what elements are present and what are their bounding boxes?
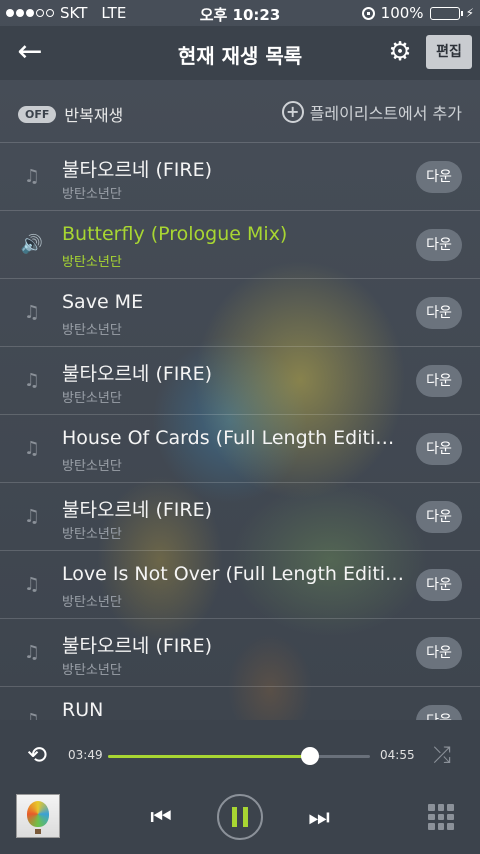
song-title[interactable]: House Of Cards (Full Length Editi… [62,427,402,449]
song-title[interactable]: Save ME [62,291,402,313]
download-button[interactable]: 다운 [416,501,462,533]
song-row[interactable]: ♫RUN방탄소년단다운 [0,686,480,720]
grid-menu-icon[interactable] [428,804,454,830]
download-button[interactable]: 다운 [416,297,462,329]
song-title[interactable]: Butterfly (Prologue Mix) [62,223,402,245]
song-artist: 방탄소년단 [62,527,122,542]
battery-icon [429,6,463,20]
plus-circle-icon[interactable]: + [281,101,304,123]
song-row[interactable]: 🔊 Butterfly (Prologue Mix) 방탄소년단 다운 [0,210,480,278]
song-title[interactable]: 불타오르네 (FIRE) [62,155,402,182]
song-artist: 방탄소년단 [62,255,122,270]
status-right: 100% ⚡ [361,4,474,22]
repeat-off-badge[interactable]: OFF [18,105,57,123]
pause-icon [232,807,248,827]
download-button[interactable]: 다운 [416,161,462,193]
song-row[interactable]: ♫ 불타오르네 (FIRE) 방탄소년단 다운 [0,346,480,414]
charging-icon: ⚡ [465,6,474,20]
song-row[interactable]: ♫ House Of Cards (Full Length Editi… 방탄소년단… [0,414,480,482]
download-button[interactable]: 다운 [416,433,462,465]
playlist-options-bar: OFF 반복재생 + 플레이리스트에서 추가 [0,80,480,142]
progress-bar[interactable] [108,747,370,765]
edit-button[interactable]: 편집 [426,35,472,69]
player-controls: ⟲ 03:49 04:55 ⤮ ⏮ ⏭ [0,720,480,854]
song-artist: 방탄소년단 [62,391,122,406]
song-artist: 방탄소년단 [62,187,122,202]
rotation-lock-icon [361,6,375,20]
song-artist: 방탄소년단 [62,323,122,338]
song-row[interactable]: ♫ Save ME 방탄소년단 다운 [0,278,480,346]
current-time: 03:49 [68,748,103,762]
song-row[interactable]: ♫ Love Is Not Over (Full Length Editi… 방탄소… [0,550,480,618]
add-from-playlist-button[interactable]: + 플레이리스트에서 추가 [281,100,462,124]
song-artist: 방탄소년단 [62,595,122,610]
song-row[interactable]: ♫ 불타오르네 (FIRE) 방탄소년단 다운 [0,618,480,686]
progress-fill [108,755,310,758]
header: ← 현재 재생 목록 ⚙ 편집 [0,26,480,80]
sound-wave-icon: ♫ [23,166,41,187]
song-list[interactable]: ♫ 불타오르네 (FIRE) 방탄소년단 다운 🔊 Butterfly (Prologue… [0,142,480,720]
battery-percent: 100% [380,4,424,22]
download-button[interactable]: 다운 [416,365,462,397]
repeat-icon[interactable]: ⟲ [22,740,52,770]
song-title[interactable]: 불타오르네 (FIRE) [62,495,402,522]
song-artist: 방탄소년단 [62,459,122,474]
song-row[interactable]: ♫ 불타오르네 (FIRE) 방탄소년단 다운 [0,142,480,210]
total-time: 04:55 [380,748,415,762]
song-title[interactable]: RUN [62,699,402,720]
status-bar: SKT LTE 오후 10:23 100% ⚡ [0,0,480,26]
add-from-playlist-label[interactable]: 플레이리스트에서 추가 [310,100,462,124]
download-button[interactable]: 다운 [416,705,462,720]
pause-button[interactable] [217,794,263,840]
speaker-icon: 🔊 [20,234,44,255]
sound-wave-icon: ♫ [23,642,41,663]
sound-wave-icon: ♫ [20,709,44,720]
song-artist: 방탄소년단 [62,663,122,678]
progress-thumb[interactable] [300,747,319,765]
album-art-thumbnail[interactable] [16,794,60,838]
gear-icon[interactable]: ⚙ [386,36,414,68]
download-button[interactable]: 다운 [416,229,462,261]
repeat-toggle[interactable]: OFF 반복재생 [18,102,123,126]
skip-next-icon[interactable]: ⏭ [302,800,336,834]
sound-wave-icon: ♫ [23,370,41,391]
song-title[interactable]: Love Is Not Over (Full Length Editi… [62,563,402,585]
skip-previous-icon[interactable]: ⏮ [144,800,178,834]
balloon-image [27,801,49,827]
download-button[interactable]: 다운 [416,569,462,601]
shuffle-icon[interactable]: ⤮ [428,742,456,770]
song-row[interactable]: ♫ 불타오르네 (FIRE) 방탄소년단 다운 [0,482,480,550]
repeat-label: 반복재생 [64,106,124,125]
sound-wave-icon: ♫ [23,574,41,595]
song-title[interactable]: 불타오르네 (FIRE) [62,631,402,658]
sound-wave-icon: ♫ [23,302,41,323]
download-button[interactable]: 다운 [416,637,462,669]
sound-wave-icon: ♫ [23,506,41,527]
sound-wave-icon: ♫ [23,438,41,459]
song-title[interactable]: 불타오르네 (FIRE) [62,359,402,386]
